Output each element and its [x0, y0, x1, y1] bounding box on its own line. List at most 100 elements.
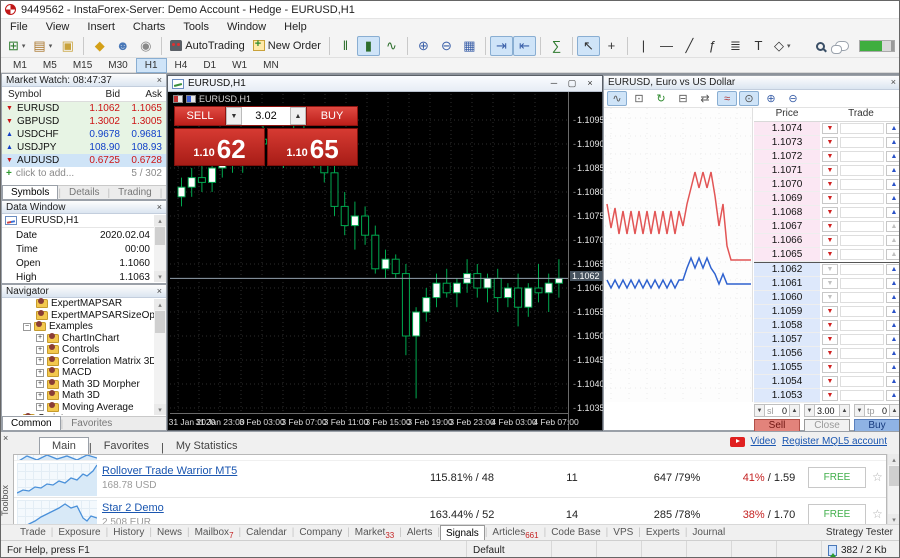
new-order-button[interactable]: New Order [249, 36, 325, 56]
dom-ticks-icon[interactable]: ≈ [717, 91, 737, 106]
sell-chevron-icon[interactable]: ▼ [822, 390, 838, 401]
toolbox-tab-history[interactable]: History [108, 525, 149, 541]
menu-view[interactable]: View [37, 21, 79, 33]
tile-windows-button[interactable]: ▦ [458, 36, 481, 56]
navigator-item-expertmapsarsizeoptim[interactable]: ExpertMAPSARSizeOptim [2, 310, 166, 322]
expand-icon[interactable]: + [36, 346, 44, 354]
navigator-item-macd[interactable]: +MACD [2, 367, 166, 379]
expand-icon[interactable]: + [36, 392, 44, 400]
tab-details[interactable]: Details [61, 186, 108, 199]
scroll-down-icon[interactable]: ▾ [154, 404, 166, 415]
dom-orders-icon[interactable]: ⊡ [629, 91, 649, 106]
timeframe-m1[interactable]: M1 [5, 58, 35, 73]
signal-name-link[interactable]: Rollover Trade Warrior MT5 [102, 465, 237, 477]
tab-my-statistics[interactable]: My Statistics [164, 438, 250, 454]
dom-trade-cell[interactable] [840, 207, 884, 218]
sell-chevron-icon[interactable]: ▼ [822, 376, 838, 387]
close-icon[interactable]: × [157, 76, 162, 85]
navigator-item-expertmapsar[interactable]: ExpertMAPSAR [2, 298, 166, 310]
horizontal-line-button[interactable]: — [655, 36, 678, 56]
menu-charts[interactable]: Charts [124, 21, 174, 33]
search-icon[interactable] [816, 42, 825, 51]
navigator-item-math-3d[interactable]: +Math 3D [2, 390, 166, 402]
menu-window[interactable]: Window [218, 21, 275, 33]
buy-chevron-icon[interactable]: ▲ [886, 123, 900, 134]
favorite-star-icon[interactable]: ☆ [872, 470, 883, 484]
menu-help[interactable]: Help [275, 21, 316, 33]
timeframe-d1[interactable]: D1 [195, 58, 224, 73]
zoom-out-button[interactable]: ⊖ [435, 36, 458, 56]
take-profit-field[interactable]: tp0 [865, 404, 889, 417]
navigator-item-scripts[interactable]: Scripts [2, 413, 166, 415]
dom-volume-up-icon[interactable]: ▲ [839, 404, 850, 417]
market-watch-row[interactable]: ▲USDJPY108.90108.93 [2, 141, 166, 154]
timeframe-h1[interactable]: H1 [136, 58, 167, 73]
stop-loss-field[interactable]: sl0 [765, 404, 789, 417]
time-axis[interactable]: 31 Jan 202031 Jan 23:003 Feb 03:003 Feb … [170, 413, 568, 428]
take-profit-down-icon[interactable]: ▼ [854, 404, 865, 417]
timeframe-h4[interactable]: H4 [167, 58, 196, 73]
signals-scrollbar[interactable]: ▴ ▾ [887, 454, 900, 525]
toolbox-tab-code-base[interactable]: Code Base [546, 525, 605, 541]
register-mql5-link[interactable]: Register MQL5 account [782, 436, 887, 447]
sell-chevron-icon[interactable]: ▼ [822, 334, 838, 345]
fibonacci-button[interactable]: ƒ [701, 36, 724, 56]
close-icon[interactable]: × [3, 434, 8, 443]
market-watch-button[interactable]: ◆ [88, 36, 111, 56]
sell-chevron-icon[interactable]: ▼ [822, 249, 838, 260]
dom-trade-cell[interactable] [840, 292, 884, 303]
chart-window-titlebar[interactable]: EURUSD,H1 ─ ▢ × [168, 76, 602, 92]
close-icon[interactable]: × [157, 203, 162, 212]
navigator-item-chartinchart[interactable]: +ChartInChart [2, 333, 166, 345]
sell-chevron-icon[interactable]: ▼ [822, 221, 838, 232]
menu-insert[interactable]: Insert [78, 21, 124, 33]
buy-chevron-icon[interactable]: ▲ [886, 193, 900, 204]
close-icon[interactable]: × [584, 78, 596, 89]
scroll-up-icon[interactable]: ▴ [154, 215, 166, 226]
toolbox-tab-calendar[interactable]: Calendar [241, 525, 292, 541]
buy-chevron-icon[interactable]: ▲ [886, 348, 900, 359]
menu-tools[interactable]: Tools [174, 21, 218, 33]
dom-trade-cell[interactable] [840, 264, 884, 275]
dom-trade-cell[interactable] [840, 193, 884, 204]
indicators-button[interactable]: ∑ [545, 36, 568, 56]
column-symbol[interactable]: Symbol [2, 89, 82, 100]
subscribe-button[interactable]: FREE [808, 504, 866, 525]
buy-chevron-icon[interactable]: ▲ [886, 151, 900, 162]
dom-zoom-in-icon[interactable]: ⊕ [761, 91, 781, 106]
dom-zoom-out-icon[interactable]: ⊖ [783, 91, 803, 106]
toolbox-tab-market[interactable]: Market33 [350, 525, 399, 541]
take-profit-up-icon[interactable]: ▲ [889, 404, 900, 417]
buy-chevron-icon[interactable]: ▲ [886, 390, 900, 401]
strategy-tester-label[interactable]: Strategy Tester [826, 527, 900, 538]
navigator-item-examples[interactable]: −Examples [2, 321, 166, 333]
market-watch-row[interactable]: ▼GBPUSD1.30021.3005 [2, 115, 166, 128]
dom-trade-cell[interactable] [840, 278, 884, 289]
navigator-item-correlation-matrix-3d[interactable]: +Correlation Matrix 3D [2, 356, 166, 368]
sell-chevron-icon[interactable]: ▼ [822, 362, 838, 373]
channel-button[interactable]: ≣ [724, 36, 747, 56]
signal-name-link[interactable]: Star 2 Demo [102, 502, 164, 514]
data-window-scrollbar[interactable]: ▴ ▾ [154, 215, 166, 282]
sell-chevron-icon[interactable]: ▼ [822, 179, 838, 190]
crosshair-button[interactable]: + [600, 36, 623, 56]
buy-chevron-icon[interactable]: ▲ [886, 278, 900, 289]
one-click-toggle-icon[interactable] [173, 95, 183, 103]
dom-trade-cell[interactable] [840, 390, 884, 401]
toolbox-tab-news[interactable]: News [152, 525, 187, 541]
candlestick-button[interactable]: ▮ [357, 36, 380, 56]
navigator-item-math-3d-morpher[interactable]: +Math 3D Morpher [2, 379, 166, 391]
youtube-icon[interactable] [730, 437, 745, 447]
navigator-button[interactable]: ☻ [111, 36, 134, 56]
scrollbar-thumb[interactable] [889, 466, 899, 486]
toolbox-tab-vps[interactable]: VPS [608, 525, 638, 541]
dom-volume-down-icon[interactable]: ▼ [804, 404, 815, 417]
market-watch-row[interactable]: ▼AUDUSD0.67250.6728 [2, 154, 166, 167]
chart-shift-button[interactable]: ⇤ [513, 36, 536, 56]
stop-loss-up-icon[interactable]: ▲ [789, 404, 800, 417]
text-button[interactable]: T [747, 36, 770, 56]
trendline-button[interactable]: ╱ [678, 36, 701, 56]
timeframe-mn[interactable]: MN [255, 58, 287, 73]
sell-chevron-icon[interactable]: ▼ [822, 320, 838, 331]
timeframe-m15[interactable]: M15 [65, 58, 100, 73]
